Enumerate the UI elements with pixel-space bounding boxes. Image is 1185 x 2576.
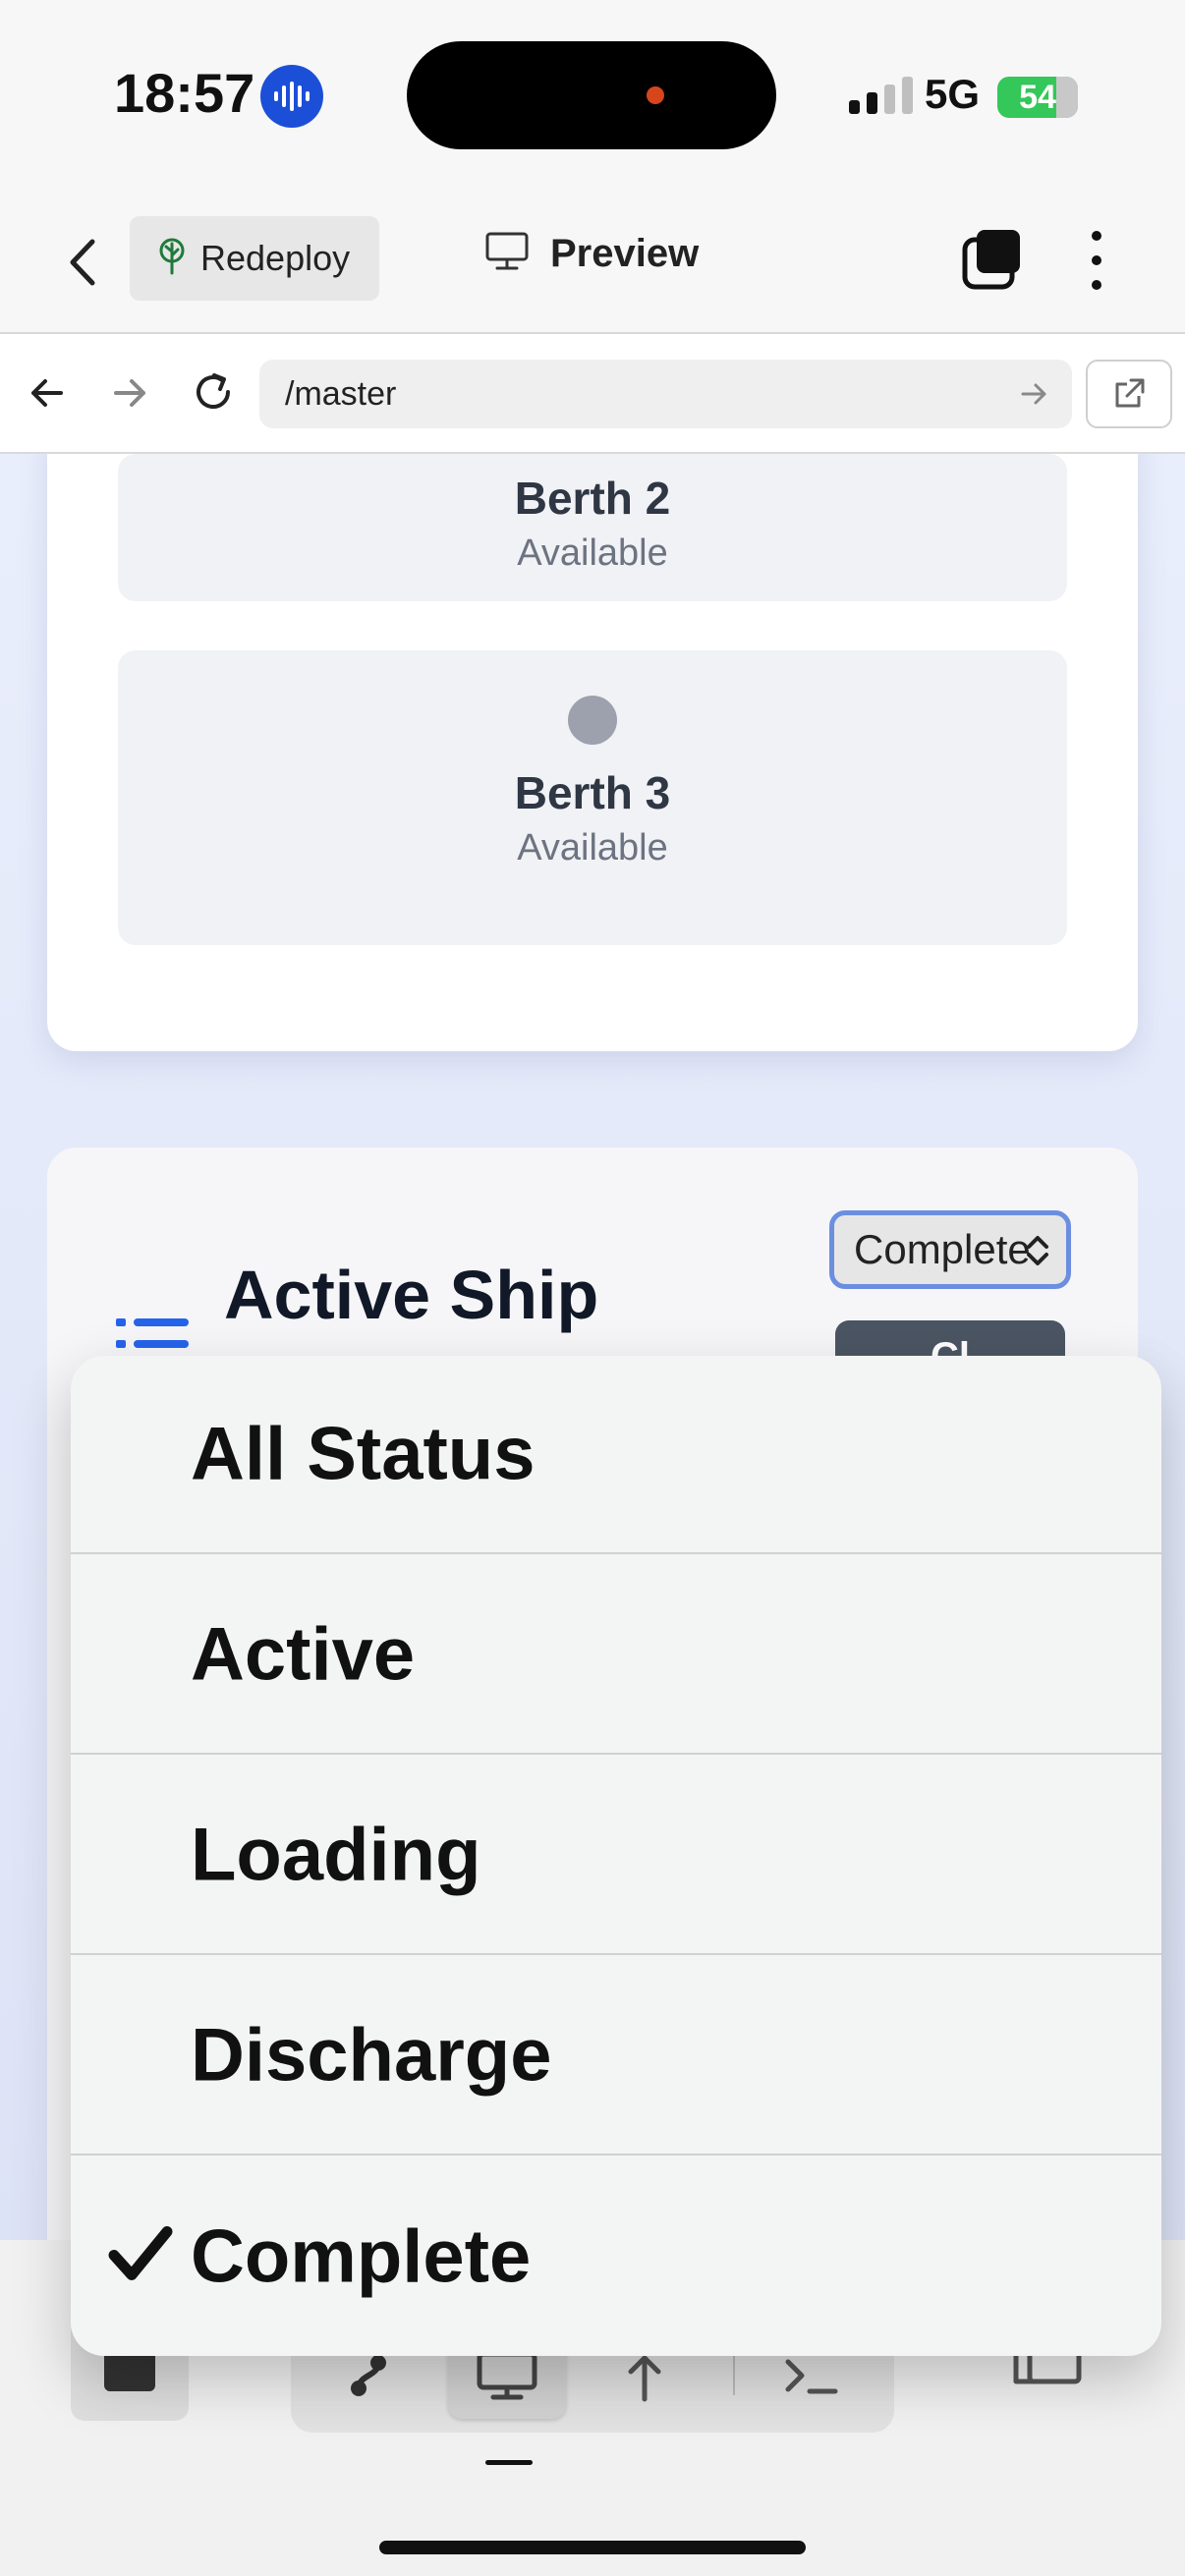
status-dot bbox=[568, 696, 617, 745]
more-vertical-icon[interactable] bbox=[1079, 226, 1114, 295]
url-bar: /master bbox=[0, 334, 1185, 454]
preview-label: Preview bbox=[550, 232, 700, 275]
sheet-grabber[interactable] bbox=[485, 2460, 533, 2465]
home-indicator[interactable] bbox=[379, 2541, 806, 2554]
berth-name: Berth 2 bbox=[514, 473, 671, 524]
url-input[interactable]: /master bbox=[259, 360, 1072, 428]
cellular-signal-icon bbox=[849, 77, 913, 114]
recording-indicator-dot bbox=[647, 86, 664, 104]
audio-waveform-icon[interactable] bbox=[260, 65, 323, 128]
tree-icon bbox=[157, 238, 187, 280]
menu-option-all-status[interactable]: All Status bbox=[71, 1356, 1161, 1554]
status-time: 18:57 bbox=[114, 62, 255, 124]
panel-title: Active Ship bbox=[224, 1257, 599, 1333]
go-arrow-icon[interactable] bbox=[1017, 377, 1050, 420]
battery-level: 54 bbox=[1019, 78, 1056, 116]
url-text: /master bbox=[285, 374, 397, 413]
select-chevrons-icon bbox=[1023, 1231, 1052, 1275]
berth-status: Available bbox=[517, 827, 668, 868]
toolbar-divider bbox=[733, 2356, 735, 2395]
berth-name: Berth 3 bbox=[514, 767, 671, 818]
checkmark-icon bbox=[108, 2224, 173, 2290]
arrow-left-icon[interactable] bbox=[26, 371, 69, 420]
menu-option-label: Active bbox=[191, 1612, 416, 1697]
redeploy-label: Redeploy bbox=[200, 238, 351, 278]
reload-icon[interactable] bbox=[191, 369, 236, 420]
app-toolbar: Redeploy Preview bbox=[0, 196, 1185, 334]
status-select-value: Complete bbox=[854, 1226, 1031, 1272]
berth-item[interactable]: Berth 2 Available bbox=[118, 454, 1067, 601]
menu-option-loading[interactable]: Loading bbox=[71, 1757, 1161, 1955]
network-type: 5G bbox=[925, 71, 981, 117]
redeploy-button[interactable]: Redeploy bbox=[130, 216, 379, 301]
arrow-right-icon[interactable] bbox=[108, 371, 151, 420]
chevron-left-icon[interactable] bbox=[59, 230, 108, 295]
berth-card: Berth 2 Available Berth 3 Available bbox=[47, 454, 1138, 1051]
menu-option-label: Complete bbox=[191, 2214, 532, 2299]
berth-status: Available bbox=[517, 532, 668, 574]
dynamic-island bbox=[407, 41, 776, 149]
menu-option-active[interactable]: Active bbox=[71, 1556, 1161, 1755]
preview-tab[interactable]: Preview bbox=[485, 232, 699, 276]
menu-option-label: Loading bbox=[191, 1813, 481, 1897]
status-dropdown-menu: All Status Active Loading Discharge Comp… bbox=[71, 1356, 1161, 2356]
menu-option-discharge[interactable]: Discharge bbox=[71, 1957, 1161, 2156]
menu-option-label: All Status bbox=[191, 1412, 536, 1496]
menu-option-complete[interactable]: Complete bbox=[71, 2157, 1161, 2356]
external-link-icon[interactable] bbox=[1086, 360, 1172, 428]
status-bar: 18:57 5G 54 bbox=[0, 0, 1185, 196]
tabs-icon[interactable] bbox=[961, 228, 1024, 291]
battery-icon: 54 bbox=[997, 77, 1078, 118]
status-filter-select[interactable]: Complete bbox=[829, 1210, 1071, 1289]
berth-item[interactable]: Berth 3 Available bbox=[118, 650, 1067, 945]
monitor-icon bbox=[485, 232, 529, 276]
menu-option-label: Discharge bbox=[191, 2013, 552, 2098]
list-icon bbox=[116, 1316, 191, 1361]
